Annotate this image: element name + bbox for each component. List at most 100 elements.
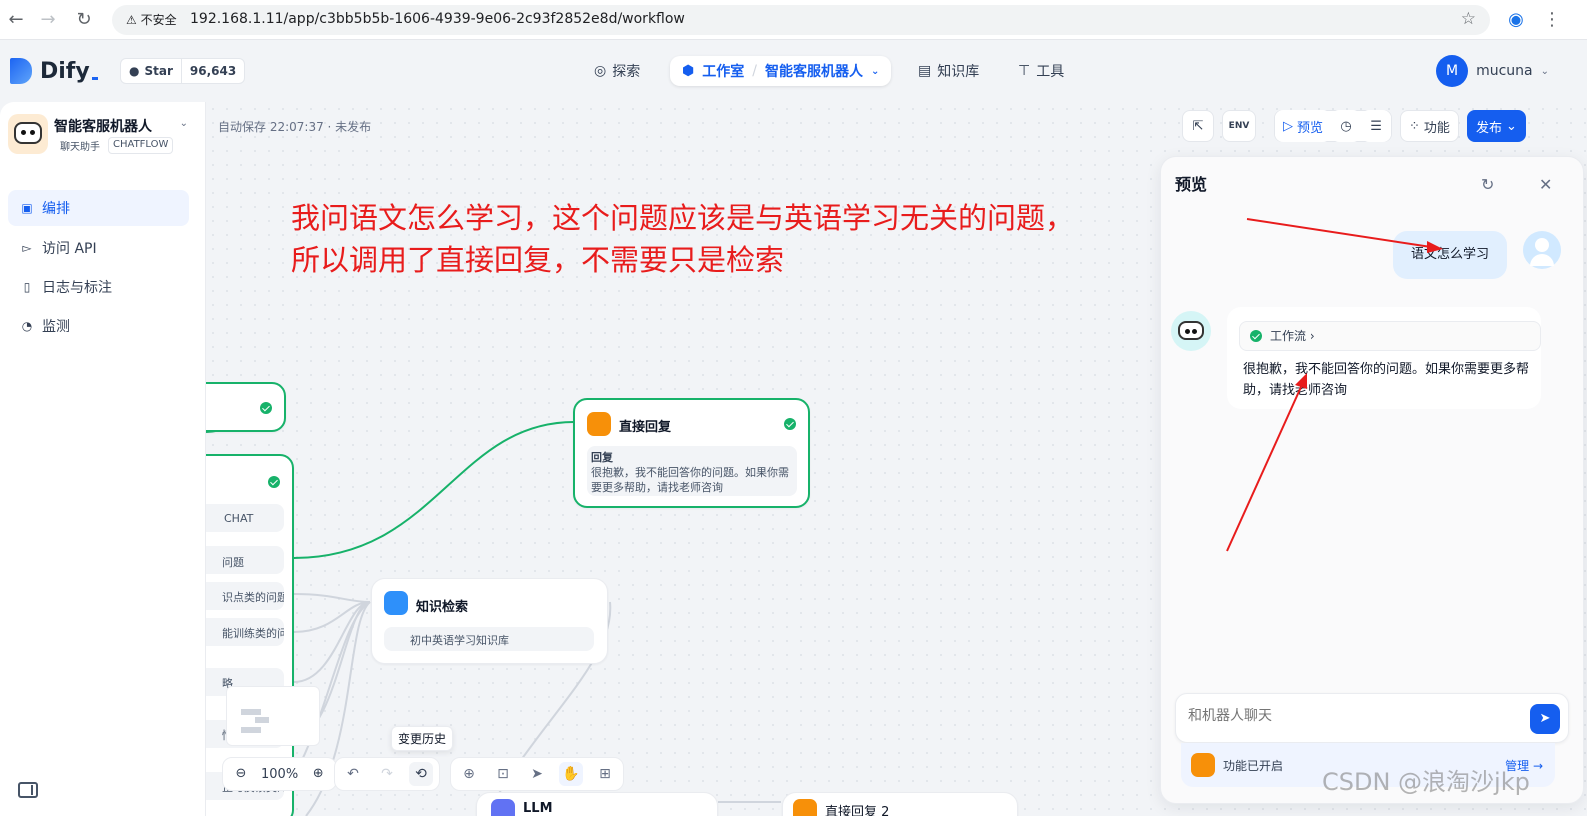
nav-explore[interactable]: ◎ 探索 [594,56,640,86]
sidebar-item-monitor[interactable]: ◔ 监测 [8,308,189,344]
class-item: 识点类的问题 [206,582,284,610]
model-chip: CHAT [206,504,284,532]
preview-button[interactable]: ▷ 预览 [1275,110,1332,142]
nav-knowledge[interactable]: ▤ 知识库 [918,56,979,86]
node-title: 直接回复 2 [825,805,890,816]
canvas-toolbar: ⇱ ENV [1182,110,1256,142]
app-name: 智能客服机器人 [54,119,152,135]
watermark: CSDN @浪淘沙jkp [1322,768,1530,796]
github-star-button[interactable]: ● Star 96,643 [120,58,246,84]
sidebar-item-logs[interactable]: ▯ 日志与标注 [8,269,189,305]
dify-logo[interactable]: Dify [10,58,98,84]
pointer-icon[interactable]: ➤ [525,762,549,786]
github-star-count: 96,643 [180,59,244,83]
bookmark-star-icon[interactable]: ☆ [1461,9,1476,29]
profile-icon[interactable]: ◉ [1504,8,1528,32]
back-icon[interactable]: ← [4,8,28,32]
zoom-level[interactable]: 100% [261,767,298,782]
logo-text: Dify [40,58,90,84]
forward-icon[interactable]: → [36,8,60,32]
hammer-icon: ⊤ [1018,63,1031,79]
success-check-icon [784,418,796,430]
start-node[interactable] [206,382,286,432]
publish-button[interactable]: 发布 ⌄ [1466,110,1526,142]
features-button[interactable]: ⁘ 功能 [1400,110,1459,142]
knowledge-icon [384,591,408,615]
play-icon: ▷ [1283,118,1293,134]
reply-preview: 回复 很抱歉，我不能回答你的问题。如果你需要更多帮助，请找老师咨询 [587,446,797,496]
send-icon[interactable]: ➤ [1530,704,1560,734]
chevron-down-icon[interactable]: ⌄ [871,66,879,77]
chat-input-box[interactable]: ➤ [1175,693,1569,743]
env-button[interactable]: ENV [1222,110,1256,142]
node-title: LLM [523,801,553,816]
preview-label: 预览 [1297,120,1324,136]
success-check-icon [268,476,280,488]
terminal-icon: ▻ [22,241,32,255]
checklist-icon[interactable]: ☰ [1361,110,1392,142]
nav-studio-label[interactable]: 工作室 [702,61,744,81]
app-card[interactable]: 智能客服机器人 聊天助手 CHATFLOW ⌄ [8,114,194,158]
redo-icon[interactable]: ↷ [375,762,399,786]
reply-field-label: 回复 [591,451,613,464]
zoom-controls: ⊖ 100% ⊕ [222,757,338,791]
knowledge-retrieval-node[interactable]: 知识检索 初中英语学习知识库 [371,578,608,664]
chevron-down-icon: ⌄ [1505,118,1517,134]
sidebar-item-orchestrate[interactable]: ▣ 编排 [8,190,189,226]
class-label: 问题 [222,556,244,569]
user-menu[interactable]: M mucuna ⌄ [1436,55,1549,87]
nav-explore-label: 探索 [612,64,641,80]
insecure-label: 不安全 [140,13,177,27]
reply-text: 很抱歉，我不能回答你的问题。如果你需要更多帮助，请找老师咨询 [591,466,789,494]
tool-controls: ⊕ ⊡ ➤ ✋ ⊞ [450,757,624,791]
nav-tools[interactable]: ⊤ 工具 [1018,56,1064,86]
minimap[interactable] [226,686,320,746]
chevron-down-icon[interactable]: ⌄ [180,118,188,129]
knowledge-base-chip: 初中英语学习知识库 [384,627,594,651]
features-label: 功能 [1423,120,1450,136]
browser-menu-icon[interactable]: ⋮ [1540,8,1564,32]
sidebar-item-api[interactable]: ▻ 访问 API [8,230,189,266]
nav-studio[interactable]: ⬢ 工作室 / 智能客服机器人 ⌄ [670,56,892,86]
success-check-icon [260,402,272,414]
preview-panel: 预览 ↻ ✕ 语文怎么学习 工作流 › 很抱歉，我不能回答你的问题。如果你需要更… [1160,156,1584,804]
hand-icon[interactable]: ✋ [559,762,583,786]
reload-icon[interactable]: ↻ [72,8,96,32]
book-icon: ▤ [918,63,932,79]
direct-reply-2-node[interactable]: 直接回复 2 [782,792,1018,816]
layout-organize-icon[interactable]: ⊞ [593,762,617,786]
app-type-tag: 聊天助手 [60,142,100,153]
history-controls: ↶ ↷ ⟲ [334,757,440,791]
compass-icon: ◎ [594,63,607,79]
class-item: 问题 [206,546,284,574]
node-title: 知识检索 [416,600,469,615]
publish-label: 发布 [1475,120,1502,136]
sidebar-item-label: 监测 [42,319,70,335]
app-robot-icon [8,114,48,154]
add-note-icon[interactable]: ⊡ [491,762,515,786]
history-tooltip: 变更历史 [391,726,454,751]
github-icon: ● [129,64,140,78]
run-toolbar: ▷ 预览 ◷ ☰ ⁘ 功能 发布 ⌄ [1274,110,1526,142]
url-text[interactable]: 192.168.1.11/app/c3bb5b5b-1606-4939-9e06… [190,11,685,27]
zoom-in-icon[interactable]: ⊕ [306,762,330,786]
checklist-timer-icon[interactable]: ◷ [1331,110,1362,142]
direct-reply-node[interactable]: 直接回复 回复 很抱歉，我不能回答你的问题。如果你需要更多帮助，请找老师咨询 [573,398,810,508]
llm-node[interactable]: LLM [476,792,718,816]
insecure-badge[interactable]: ⚠ 不安全 [120,10,183,30]
reply-icon [793,799,817,816]
add-node-icon[interactable]: ⊕ [457,762,481,786]
nav-knowledge-label: 知识库 [937,64,980,80]
undo-icon[interactable]: ↶ [341,762,365,786]
export-icon[interactable]: ⇱ [1182,110,1214,142]
nav-current-app[interactable]: 智能客服机器人 [765,61,863,81]
features-enabled-label: 功能已开启 [1223,759,1284,773]
feature-icon [1191,753,1215,777]
sidebar-item-label: 编排 [42,201,70,217]
sidebar-item-label: 日志与标注 [42,280,112,296]
zoom-out-icon[interactable]: ⊖ [229,762,253,786]
collapse-sidebar-icon[interactable] [18,782,38,798]
history-icon[interactable]: ⟲ [409,762,433,786]
address-bar[interactable]: ⚠ 不安全 192.168.1.11/app/c3bb5b5b-1606-493… [112,5,1490,35]
chat-input[interactable] [1188,708,1508,724]
